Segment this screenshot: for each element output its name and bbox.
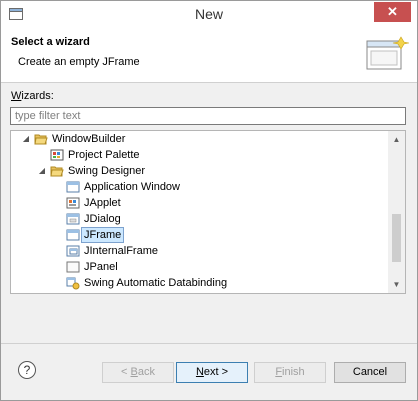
tree-item-label: Project Palette — [68, 149, 140, 161]
tree-scrollbar[interactable]: ▲ ▼ — [388, 131, 405, 293]
tree-item-swing-automatic-databinding[interactable]: Swing Automatic Databinding — [11, 275, 389, 291]
scrollbar-thumb[interactable] — [392, 214, 401, 262]
tree-item-label: Swing Designer — [68, 165, 146, 177]
folder-open-icon — [34, 134, 48, 145]
frame-icon — [66, 229, 80, 241]
applet-icon — [66, 197, 80, 209]
tree-item-label: JFrame — [81, 227, 125, 243]
expanded-arrow-icon[interactable]: ◢ — [37, 163, 47, 179]
wizards-label: Wizards: — [11, 90, 54, 102]
tree-item-swing-designer[interactable]: ◢ Swing Designer — [11, 163, 389, 179]
wizard-tree[interactable]: ◢ WindowBuilder Project Palette ◢ Swing … — [10, 130, 406, 294]
tree-item-label: Application Window — [84, 181, 180, 193]
tree-item-label: Swing Automatic Databinding — [84, 277, 228, 289]
folder-open-icon — [50, 166, 64, 177]
tree-item-jframe[interactable]: JFrame — [11, 227, 389, 243]
tree-item-label: WindowBuilder — [52, 133, 126, 145]
tree-item-label: JPanel — [84, 261, 118, 273]
header-description: Create an empty JFrame — [18, 56, 140, 68]
databinding-icon — [66, 277, 80, 290]
expanded-arrow-icon[interactable]: ◢ — [21, 131, 31, 147]
window-icon — [66, 181, 80, 193]
new-wizard-dialog: New ✕ Select a wizard Create an empty JF… — [0, 0, 418, 401]
tree-item-project-palette[interactable]: Project Palette — [11, 147, 389, 163]
tree-item-windowbuilder[interactable]: ◢ WindowBuilder — [11, 131, 389, 147]
scroll-up-arrow-icon[interactable]: ▲ — [388, 131, 405, 148]
tree-item-jpanel[interactable]: JPanel — [11, 259, 389, 275]
tree-item-japplet[interactable]: JApplet — [11, 195, 389, 211]
title-bar: New ✕ — [1, 1, 417, 29]
header-title: Select a wizard — [11, 36, 90, 48]
internal-frame-icon — [66, 245, 80, 257]
wizard-banner-icon — [366, 36, 409, 70]
palette-icon — [50, 149, 64, 161]
tree-item-application-window[interactable]: Application Window — [11, 179, 389, 195]
finish-button[interactable]: Finish — [254, 362, 326, 383]
next-button[interactable]: Next > — [176, 362, 248, 383]
close-button[interactable]: ✕ — [374, 2, 411, 22]
back-button[interactable]: < Back — [102, 362, 174, 383]
panel-icon — [66, 261, 80, 273]
footer-divider — [1, 343, 417, 344]
tree-item-label: JDialog — [84, 213, 121, 225]
help-icon[interactable]: ? — [18, 361, 36, 379]
filter-input[interactable] — [10, 107, 406, 125]
dialog-icon — [66, 213, 80, 225]
cancel-button[interactable]: Cancel — [334, 362, 406, 383]
wizard-header: Select a wizard Create an empty JFrame — [1, 29, 417, 83]
tree-item-jinternalframe[interactable]: JInternalFrame — [11, 243, 389, 259]
tree-item-label: JInternalFrame — [84, 245, 158, 257]
tree-item-jdialog[interactable]: JDialog — [11, 211, 389, 227]
scroll-down-arrow-icon[interactable]: ▼ — [388, 276, 405, 293]
tree-item-label: JApplet — [84, 197, 121, 209]
window-title: New — [194, 6, 223, 22]
